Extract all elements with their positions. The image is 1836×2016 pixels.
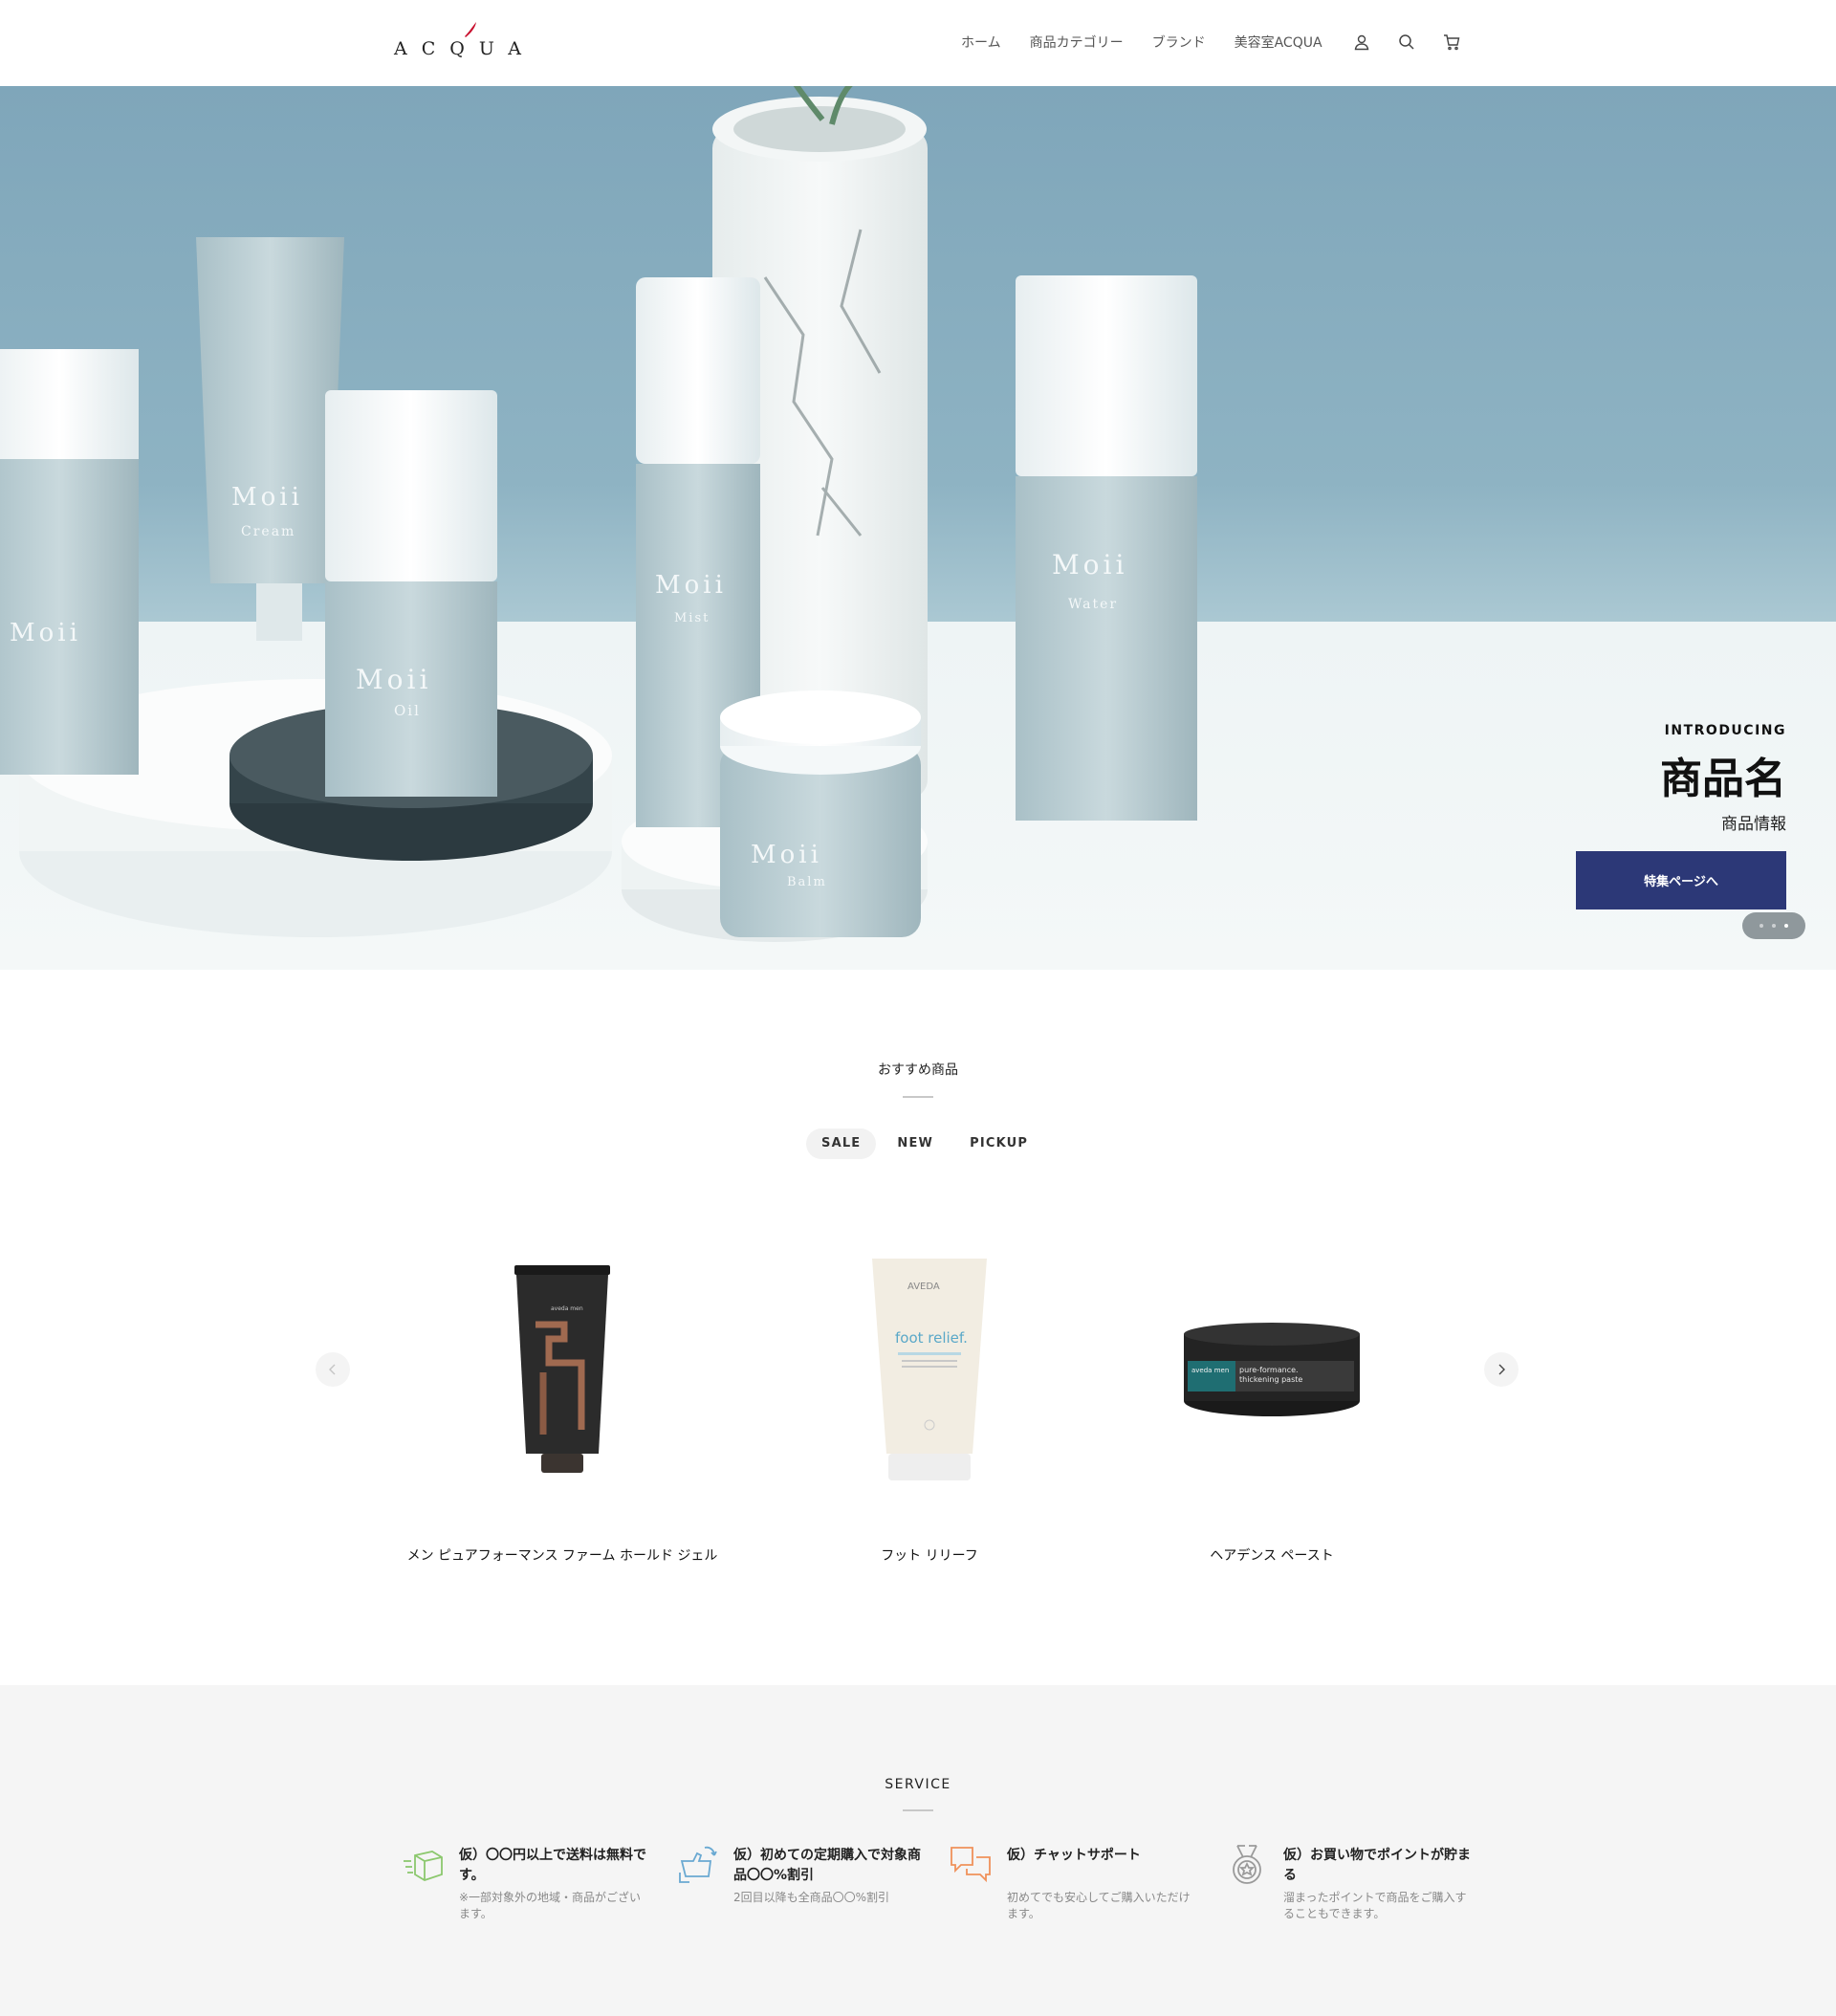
service-section: SERVICE 仮）〇〇円以上で送料は無料です。 ※一部対象外の地域・商品がござ… — [0, 1685, 1836, 2016]
hero-banner: Moii Moii Cream Moii Oil Moii Mist Moii … — [0, 86, 1836, 970]
site-header: ACQUA ホーム 商品カテゴリー ブランド 美容室ACQUA — [0, 0, 1836, 86]
svg-text:Moii: Moii — [1052, 549, 1127, 581]
svg-text:Moii: Moii — [356, 664, 431, 695]
chat-icon — [951, 1847, 991, 1883]
medal-icon — [1233, 1845, 1261, 1884]
section-divider — [903, 1096, 933, 1098]
slide-dot-2[interactable] — [1772, 924, 1776, 928]
svg-text:Moii: Moii — [655, 571, 727, 600]
nav-categories[interactable]: 商品カテゴリー — [1030, 33, 1124, 52]
account-icon[interactable] — [1351, 32, 1372, 53]
logo[interactable]: ACQUA — [394, 21, 537, 63]
svg-text:Mist: Mist — [674, 611, 710, 625]
svg-text:foot relief.: foot relief. — [895, 1329, 968, 1347]
service-heading: 仮）初めての定期購入で対象商品〇〇%割引 — [733, 1848, 921, 1883]
slide-indicator — [1742, 912, 1805, 939]
svg-text:pure-formance.: pure-formance. — [1239, 1366, 1299, 1374]
product-card[interactable]: AVEDA foot relief. フット リリーフ — [757, 1243, 1102, 1578]
chevron-right-icon — [1498, 1364, 1505, 1375]
main-nav: ホーム 商品カテゴリー ブランド 美容室ACQUA — [961, 31, 1486, 54]
service-note: 初めてでも安心してご購入いただけます。 — [1007, 1891, 1191, 1920]
svg-text:Moii: Moii — [751, 841, 822, 869]
service-note: 溜まったポイントで商品をご購入することもできます。 — [1283, 1891, 1467, 1920]
service-item: 仮）お買い物でポイントが貯まる 溜まったポイントで商品をご購入することもできます… — [1226, 1844, 1475, 1949]
service-item: 仮）〇〇円以上で送料は無料です。 ※一部対象外の地域・商品がございます。 — [402, 1844, 650, 1949]
svg-text:Oil: Oil — [394, 702, 421, 719]
svg-text:Balm: Balm — [787, 875, 827, 889]
tab-pickup[interactable]: PICKUP — [954, 1129, 1043, 1159]
service-heading: 仮）チャットサポート — [1007, 1848, 1141, 1863]
product-card[interactable]: aveda men メン ピュアフォーマンス ファーム ホールド ジェル — [390, 1243, 734, 1578]
service-heading: 仮）〇〇円以上で送料は無料です。 — [459, 1848, 646, 1883]
svg-text:Moii: Moii — [231, 483, 303, 512]
carousel-next-button[interactable] — [1484, 1352, 1519, 1387]
service-title: SERVICE — [885, 1777, 951, 1792]
svg-text:Water: Water — [1068, 597, 1118, 612]
svg-text:aveda men: aveda men — [551, 1305, 583, 1312]
product-name[interactable]: フット リリーフ — [757, 1545, 1102, 1565]
product-image[interactable]: aveda men pure-formance. thickening past… — [1100, 1243, 1444, 1492]
slide-dot-3[interactable] — [1784, 924, 1788, 928]
service-item: 仮）チャットサポート 初めてでも安心してご購入いただけます。 — [950, 1844, 1198, 1949]
nav-salon[interactable]: 美容室ACQUA — [1235, 33, 1322, 52]
product-image[interactable]: aveda men — [390, 1243, 734, 1492]
cart-icon[interactable] — [1441, 32, 1462, 53]
chevron-left-icon — [329, 1364, 336, 1375]
nav-brands[interactable]: ブランド — [1152, 33, 1206, 52]
service-note: ※一部対象外の地域・商品がございます。 — [459, 1891, 642, 1920]
hero-title: 商品名 — [1660, 755, 1786, 803]
svg-text:Cream: Cream — [241, 524, 295, 539]
product-name[interactable]: メン ピュアフォーマンス ファーム ホールド ジェル — [390, 1545, 734, 1565]
service-heading: 仮）お買い物でポイントが貯まる — [1283, 1848, 1471, 1883]
tab-new[interactable]: NEW — [882, 1129, 949, 1159]
search-icon[interactable] — [1396, 32, 1417, 53]
hero-product-photo: Moii Moii Cream Moii Oil Moii Mist Moii … — [0, 86, 1197, 942]
product-name[interactable]: ヘアデンス ペースト — [1100, 1545, 1444, 1565]
svg-text:thickening paste: thickening paste — [1239, 1375, 1302, 1384]
product-image[interactable]: AVEDA foot relief. — [757, 1243, 1102, 1492]
shipping-box-icon — [404, 1851, 443, 1881]
product-tabs: SALE NEW PICKUP — [806, 1129, 1049, 1159]
feature-page-button[interactable]: 特集ページへ — [1576, 851, 1786, 909]
service-note: 2回目以降も全商品〇〇%割引 — [733, 1891, 890, 1904]
service-item: 仮）初めての定期購入で対象商品〇〇%割引 2回目以降も全商品〇〇%割引 — [676, 1844, 925, 1949]
svg-text:AVEDA: AVEDA — [907, 1282, 940, 1292]
subscription-icon — [679, 1846, 717, 1883]
nav-home[interactable]: ホーム — [961, 33, 1001, 52]
tab-sale[interactable]: SALE — [806, 1129, 877, 1159]
carousel-prev-button[interactable] — [316, 1352, 350, 1387]
hero-overline: INTRODUCING — [1664, 723, 1786, 738]
section-divider — [903, 1809, 933, 1811]
hero-subtitle: 商品情報 — [1721, 815, 1786, 834]
slide-dot-1[interactable] — [1760, 924, 1763, 928]
recommended-title: おすすめ商品 — [878, 1063, 958, 1078]
logo-accent-mark — [465, 22, 476, 37]
svg-text:Moii: Moii — [10, 619, 81, 647]
logo-text: ACQUA — [394, 38, 536, 59]
product-card[interactable]: aveda men pure-formance. thickening past… — [1100, 1243, 1444, 1578]
svg-text:aveda men: aveda men — [1191, 1367, 1229, 1374]
